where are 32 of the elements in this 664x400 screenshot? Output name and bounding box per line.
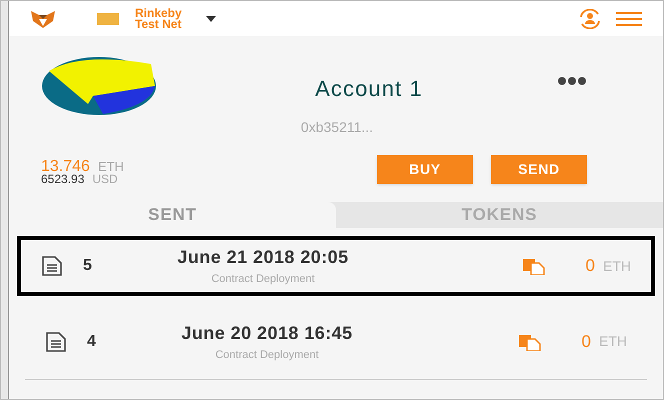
fiat-unit: USD bbox=[92, 173, 118, 186]
tab[interactable]: SENT bbox=[9, 202, 336, 228]
transaction-unit: ETH bbox=[603, 256, 631, 276]
network-indicator bbox=[97, 12, 119, 24]
caret-icon[interactable] bbox=[205, 14, 217, 22]
transaction-nonce: 5 bbox=[83, 256, 93, 276]
copy-icon[interactable] bbox=[518, 332, 542, 350]
transaction-date: June 20 2018 16:45 bbox=[181, 322, 353, 345]
transaction-type: Contract Deployment bbox=[215, 348, 319, 363]
more-icon[interactable] bbox=[557, 76, 587, 86]
eth-unit: ETH bbox=[98, 160, 124, 173]
transaction-unit: ETH bbox=[599, 332, 627, 351]
transaction-date: June 21 2018 20:05 bbox=[177, 246, 349, 270]
transaction-nonce: 4 bbox=[87, 332, 97, 352]
menu-icon[interactable] bbox=[615, 10, 643, 26]
transaction-amount: 0 bbox=[582, 330, 591, 353]
eth-balance: 13.746 bbox=[41, 160, 90, 173]
transaction-amount: 0 bbox=[586, 255, 595, 278]
send-button[interactable]: SEND bbox=[491, 155, 587, 184]
transaction-row[interactable]: 4 June 20 2018 16:45 Contract Deployment 0 ETH bbox=[25, 304, 647, 380]
copy-icon[interactable] bbox=[522, 257, 546, 275]
account-switch-icon[interactable] bbox=[577, 8, 603, 28]
document-icon bbox=[41, 255, 63, 277]
account-name: Account 1 bbox=[315, 75, 423, 103]
transaction-type: Contract Deployment bbox=[211, 272, 315, 288]
account-address[interactable]: 0xb35211... bbox=[300, 117, 374, 138]
buy-button[interactable]: BUY bbox=[377, 155, 473, 184]
transaction-row[interactable]: 5 June 21 2018 20:05 Contract Deployment 0 ETH bbox=[17, 236, 655, 296]
fox-icon bbox=[29, 8, 57, 28]
network-name[interactable]: Rinkeby Test Net bbox=[135, 8, 205, 30]
fiat-balance: 6523.93 bbox=[41, 173, 84, 186]
document-icon bbox=[45, 330, 67, 352]
